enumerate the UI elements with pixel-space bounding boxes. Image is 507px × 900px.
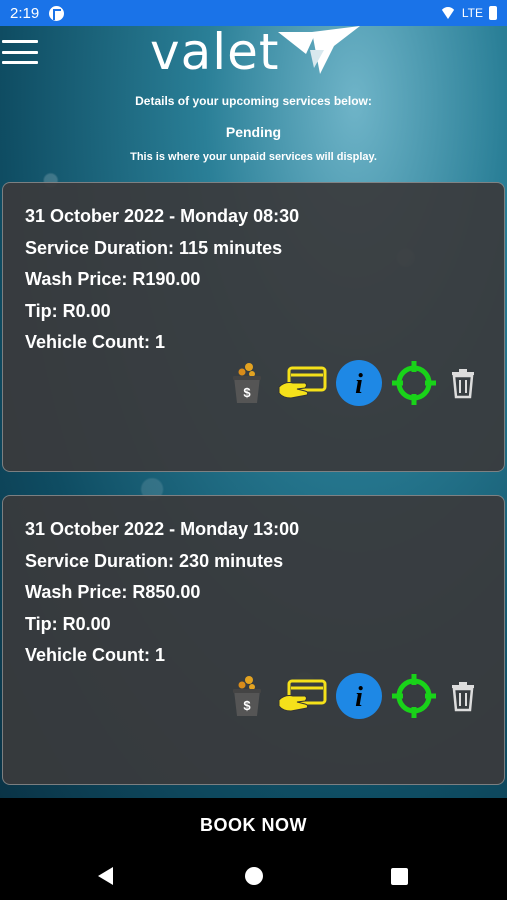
trash-icon[interactable] (449, 680, 477, 712)
status-indicators: LTE (439, 6, 497, 20)
booking-date: 31 October 2022 - Monday 13:00 (25, 519, 300, 539)
card-payment-icon[interactable] (277, 365, 329, 401)
booking-duration: Service Duration: 115 minutes (25, 237, 283, 258)
trash-icon[interactable] (449, 367, 477, 399)
svg-text:$: $ (243, 698, 251, 713)
booking-price: Wash Price: R850.00 (25, 582, 201, 603)
booking-actions: $ i (229, 359, 477, 407)
hamburger-menu-icon[interactable] (2, 40, 38, 64)
wifi-icon (439, 7, 456, 19)
back-icon[interactable] (98, 867, 113, 885)
tip-jar-icon[interactable]: $ (229, 674, 265, 718)
tip-jar-icon[interactable]: $ (229, 361, 265, 405)
booking-actions: $ i (229, 672, 477, 720)
info-icon[interactable]: i (335, 359, 383, 407)
card-payment-icon[interactable] (277, 678, 329, 714)
locate-icon[interactable] (391, 360, 437, 406)
section-title: Pending (225, 124, 282, 140)
booking-date: 31 October 2022 - Monday 08:30 (25, 206, 300, 226)
booking-card: 31 October 2022 - Monday 13:00 Service D… (2, 495, 505, 785)
svg-text:$: $ (243, 385, 251, 400)
logo-text: valet (150, 23, 280, 81)
svg-text:i: i (355, 682, 363, 713)
notification-app-icon (49, 5, 65, 21)
logo-wing-icon (277, 26, 360, 74)
booking-price: Wash Price: R190.00 (25, 269, 201, 290)
booking-card: 31 October 2022 - Monday 08:30 Service D… (2, 182, 505, 472)
home-icon[interactable] (245, 867, 263, 885)
intro-subtitle: Details of your upcoming services below: (135, 94, 372, 108)
valet-logo: valet (150, 22, 400, 82)
booking-tip: Tip: R0.00 (25, 613, 111, 634)
android-nav-bar (0, 852, 507, 900)
battery-icon (489, 6, 497, 20)
booking-tip: Tip: R0.00 (25, 300, 111, 321)
locate-icon[interactable] (391, 673, 437, 719)
booking-duration: Service Duration: 230 minutes (25, 550, 284, 571)
network-label: LTE (461, 6, 483, 20)
recent-apps-icon[interactable] (391, 868, 408, 885)
svg-text:i: i (355, 369, 363, 400)
section-note: This is where your unpaid services will … (130, 151, 377, 163)
book-now-button[interactable]: BOOK NOW (0, 798, 507, 852)
status-time: 2:19 (10, 4, 40, 22)
info-icon[interactable]: i (335, 672, 383, 720)
